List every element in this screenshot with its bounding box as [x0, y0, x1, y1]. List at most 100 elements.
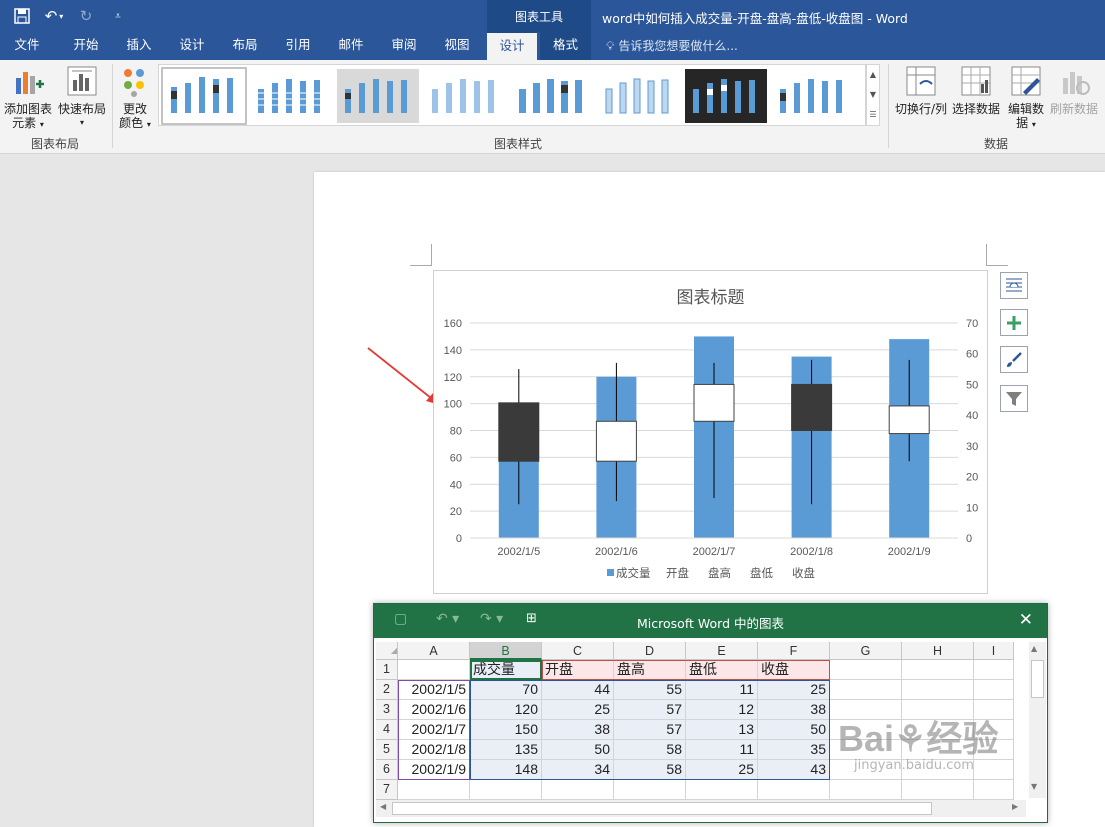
column-header[interactable]: C	[542, 642, 614, 660]
sheet-cell[interactable]	[398, 780, 470, 800]
scroll-thumb-h[interactable]	[392, 802, 932, 815]
sheet-cell[interactable]: 148	[470, 760, 542, 780]
sheet-cell[interactable]	[830, 660, 902, 680]
row-header[interactable]: 7	[376, 780, 398, 800]
row-header[interactable]: 6	[376, 760, 398, 780]
chart-style-4[interactable]	[424, 69, 506, 123]
column-header[interactable]: I	[974, 642, 1014, 660]
scroll-up-icon[interactable]: ▲	[1031, 644, 1037, 653]
tab-file[interactable]: 文件	[0, 32, 54, 60]
chart-style-2[interactable]	[250, 69, 332, 123]
chart-styles-gallery[interactable]	[158, 64, 866, 126]
horizontal-scrollbar[interactable]: ◀ ▶	[376, 800, 1026, 817]
sheet-cell[interactable]: 50	[542, 740, 614, 760]
chart-styles-button[interactable]	[1000, 346, 1028, 373]
row-header[interactable]: 1	[376, 660, 398, 680]
chart-style-7[interactable]	[685, 69, 767, 123]
edit-data-button[interactable]: 编辑数 据 ▾	[1004, 64, 1048, 132]
gallery-down-icon[interactable]: ▼	[867, 85, 879, 105]
sheet-cell[interactable]	[830, 680, 902, 700]
vertical-scrollbar[interactable]: ▲ ▼	[1029, 642, 1046, 798]
sheet-cell[interactable]: 2002/1/7	[398, 720, 470, 740]
sheet-cell[interactable]: 25	[686, 760, 758, 780]
sheet-cell[interactable]	[974, 680, 1014, 700]
select-data-button[interactable]: 选择数据	[950, 64, 1002, 116]
scroll-right-icon[interactable]: ▶	[1012, 802, 1018, 811]
sheet-cell[interactable]: 11	[686, 680, 758, 700]
row-header[interactable]: 2	[376, 680, 398, 700]
chart-elements-button[interactable]	[1000, 309, 1028, 336]
sheet-cell[interactable]: 43	[758, 760, 830, 780]
sheet-cell[interactable]	[974, 660, 1014, 680]
tab-review[interactable]: 审阅	[378, 32, 430, 60]
sheet-cell[interactable]	[830, 700, 902, 720]
sheet-cell[interactable]	[614, 780, 686, 800]
column-header[interactable]: F	[758, 642, 830, 660]
change-colors-button[interactable]: 更改 颜色 ▾	[114, 64, 156, 132]
sheet-cell[interactable]: 38	[758, 700, 830, 720]
scroll-left-icon[interactable]: ◀	[380, 802, 386, 811]
chart-style-5[interactable]	[511, 69, 593, 123]
tab-view[interactable]: 视图	[431, 32, 483, 60]
sheet-cell[interactable]: 开盘	[542, 660, 614, 680]
redo-icon[interactable]: ↻	[72, 4, 100, 28]
sheet-cell[interactable]	[974, 700, 1014, 720]
sheet-cell[interactable]	[470, 780, 542, 800]
tab-chart-format[interactable]: 格式	[540, 32, 591, 60]
row-header[interactable]: 3	[376, 700, 398, 720]
column-header[interactable]: H	[902, 642, 974, 660]
sheet-cell[interactable]: 70	[470, 680, 542, 700]
tell-me-search[interactable]: 💡︎ 告诉我您想要做什么...	[606, 32, 738, 60]
sheet-cell[interactable]: 收盘	[758, 660, 830, 680]
sheet-cell[interactable]: 58	[614, 740, 686, 760]
sheet-cell[interactable]: 35	[758, 740, 830, 760]
row-header[interactable]: 5	[376, 740, 398, 760]
chart-style-3[interactable]	[337, 69, 419, 123]
sheet-cell[interactable]: 50	[758, 720, 830, 740]
sheet-cell[interactable]	[902, 700, 974, 720]
scroll-down-icon[interactable]: ▼	[1031, 782, 1037, 791]
sheet-cell[interactable]: 2002/1/6	[398, 700, 470, 720]
sheet-cell[interactable]: 135	[470, 740, 542, 760]
save-icon[interactable]	[8, 4, 36, 28]
chart-filters-button[interactable]	[1000, 385, 1028, 412]
sheet-cell[interactable]: 13	[686, 720, 758, 740]
customize-qat-icon[interactable]: ⩡	[104, 4, 132, 28]
row-header[interactable]: 4	[376, 720, 398, 740]
close-icon[interactable]: ✕	[1019, 610, 1033, 630]
sheet-cell[interactable]: 2002/1/9	[398, 760, 470, 780]
tab-design[interactable]: 设计	[166, 32, 218, 60]
select-all-corner[interactable]: ◢	[376, 642, 398, 660]
tab-layout[interactable]: 布局	[219, 32, 271, 60]
sheet-cell[interactable]: 盘低	[686, 660, 758, 680]
sheet-cell[interactable]: 2002/1/5	[398, 680, 470, 700]
sheet-cell[interactable]: 44	[542, 680, 614, 700]
sheet-cell[interactable]	[398, 660, 470, 680]
tab-mailings[interactable]: 邮件	[325, 32, 377, 60]
tab-insert[interactable]: 插入	[113, 32, 165, 60]
sheet-cell[interactable]: 25	[542, 700, 614, 720]
sheet-cell[interactable]	[542, 780, 614, 800]
column-header[interactable]: D	[614, 642, 686, 660]
chart-style-1[interactable]	[161, 67, 247, 125]
sheet-cell[interactable]	[902, 660, 974, 680]
tab-home[interactable]: 开始	[60, 32, 112, 60]
sheet-cell[interactable]: 34	[542, 760, 614, 780]
gallery-scroll[interactable]: ▲ ▼ ☰	[866, 64, 880, 126]
switch-row-column-button[interactable]: 切换行/列	[892, 64, 950, 116]
chart-style-6[interactable]	[598, 69, 680, 123]
quick-layout-button[interactable]: 快速布局 ▾	[56, 64, 108, 130]
sheet-cell[interactable]	[974, 780, 1014, 800]
column-header[interactable]: G	[830, 642, 902, 660]
chart-style-8[interactable]	[772, 69, 854, 123]
column-header[interactable]: E	[686, 642, 758, 660]
sheet-cell[interactable]: 57	[614, 720, 686, 740]
sheet-cell[interactable]	[686, 780, 758, 800]
sheet-cell[interactable]	[902, 780, 974, 800]
sheet-cell[interactable]: 成交量	[470, 660, 542, 680]
sheet-cell[interactable]: 150	[470, 720, 542, 740]
column-header[interactable]: A	[398, 642, 470, 660]
sheet-cell[interactable]: 11	[686, 740, 758, 760]
sheet-cell[interactable]: 38	[542, 720, 614, 740]
sheet-cell[interactable]: 12	[686, 700, 758, 720]
